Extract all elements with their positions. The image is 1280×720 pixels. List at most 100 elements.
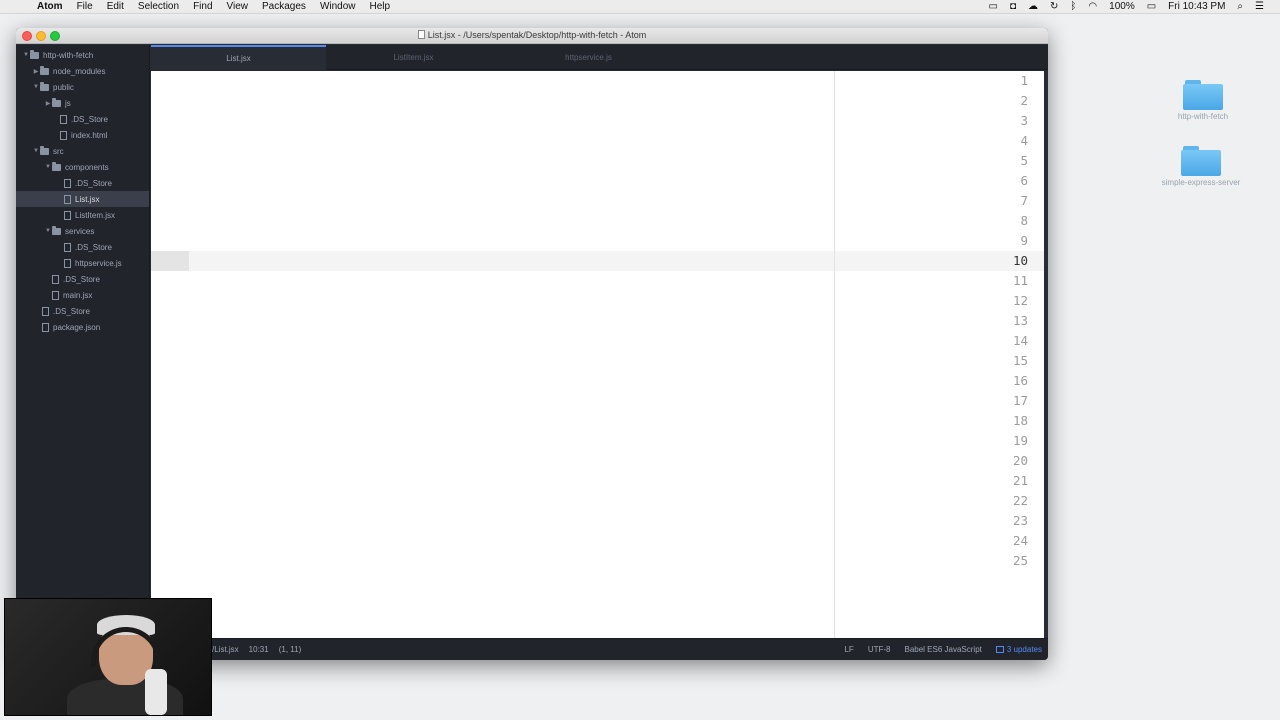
tab-list-jsx[interactable]: List.jsx	[151, 45, 326, 70]
cloud-icon[interactable]: ☁	[1022, 1, 1044, 12]
line-number: 22	[1012, 493, 1028, 508]
tree-item[interactable]: ▼ components	[16, 159, 149, 175]
status-right: LF UTF-8 Babel ES6 JavaScript 3 updates	[844, 645, 1042, 654]
file-icon	[52, 290, 59, 300]
tree-item[interactable]: ▼ services	[16, 223, 149, 239]
atom-window: List.jsx - /Users/spentak/Desktop/http-w…	[16, 28, 1048, 660]
menu-app-name[interactable]: Atom	[30, 0, 70, 14]
line-number: 23	[1012, 513, 1028, 528]
line-number: 14	[1012, 333, 1028, 348]
menu-find[interactable]: Find	[186, 0, 219, 14]
battery-icon[interactable]: ▭	[1141, 1, 1162, 12]
tree-item[interactable]: .DS_Store	[16, 175, 149, 191]
tab-httpservice-js[interactable]: httpservice.js	[501, 45, 676, 70]
search-icon[interactable]: ⌕	[1231, 1, 1249, 12]
tree-item[interactable]: main.jsx	[16, 287, 149, 303]
line-number: 25	[1012, 553, 1028, 568]
line-number: 4	[1020, 133, 1028, 148]
status-line-ending[interactable]: LF	[844, 645, 853, 654]
tree-root[interactable]: ▼ http-with-fetch	[16, 47, 149, 63]
tree-item-label: .DS_Store	[53, 306, 90, 316]
menu-selection[interactable]: Selection	[131, 0, 186, 14]
tree-item-selected[interactable]: List.jsx	[16, 191, 149, 207]
menu-view[interactable]: View	[220, 0, 256, 14]
line-number: 15	[1012, 353, 1028, 368]
tree-item[interactable]: ▼ public	[16, 79, 149, 95]
chevron-down-icon: ▼	[45, 164, 51, 170]
line-number: 6	[1020, 173, 1028, 188]
folder-icon	[40, 81, 49, 91]
package-updates-icon	[995, 646, 1004, 653]
folder-icon	[1181, 146, 1221, 176]
tree-item[interactable]: index.html	[16, 127, 149, 143]
bluetooth-icon[interactable]: ᛒ	[1064, 1, 1082, 12]
camera-icon[interactable]: ◘	[1004, 1, 1022, 12]
chevron-down-icon: ▼	[33, 148, 39, 154]
status-selection-count: (1, 11)	[278, 645, 302, 654]
menu-window[interactable]: Window	[313, 0, 363, 14]
menu-edit[interactable]: Edit	[100, 0, 131, 14]
tree-item[interactable]: ▼ src	[16, 143, 149, 159]
tree-item[interactable]: package.json	[16, 319, 149, 335]
window-title: List.jsx - /Users/spentak/Desktop/http-w…	[16, 30, 1048, 40]
wifi-icon[interactable]: ◠	[1082, 1, 1103, 12]
window-titlebar[interactable]: List.jsx - /Users/spentak/Desktop/http-w…	[16, 28, 1048, 44]
tree-item[interactable]: .DS_Store	[16, 111, 149, 127]
line-number: 1	[1020, 73, 1028, 88]
line-number: 16	[1012, 373, 1028, 388]
folder-icon	[52, 225, 61, 235]
tree-item-label: node_modules	[53, 66, 106, 76]
tab-bar: List.jsx ListItem.jsx httpservice.js	[151, 45, 1048, 70]
menu-list-icon[interactable]: ☰	[1249, 1, 1270, 12]
status-grammar[interactable]: Babel ES6 JavaScript	[904, 645, 981, 654]
tree-item[interactable]: .DS_Store	[16, 271, 149, 287]
tree-item-label: services	[65, 226, 95, 236]
folder-icon	[52, 161, 61, 171]
status-cursor-position[interactable]: 10:31	[249, 645, 269, 654]
tree-item[interactable]: httpservice.js	[16, 255, 149, 271]
chevron-down-icon: ▼	[45, 228, 51, 234]
menu-help[interactable]: Help	[363, 0, 398, 14]
status-file-path[interactable]: s/List.jsx	[208, 645, 239, 654]
tree-item-label: ListItem.jsx	[75, 210, 116, 220]
document-icon	[417, 30, 425, 39]
desktop-folder-simple-express-server[interactable]: simple-express-server	[1161, 146, 1241, 188]
tree-item[interactable]: ListItem.jsx	[16, 207, 149, 223]
sync-icon[interactable]: ↻	[1044, 1, 1064, 12]
tree-item-label: .DS_Store	[63, 274, 100, 284]
tab-listitem-jsx[interactable]: ListItem.jsx	[326, 45, 501, 70]
airplay-icon[interactable]: ▭	[983, 1, 1004, 12]
tree-item-label: .DS_Store	[75, 178, 112, 188]
tree-item[interactable]: ▶ node_modules	[16, 63, 149, 79]
folder-icon	[40, 65, 49, 75]
chevron-down-icon: ▼	[23, 52, 29, 58]
file-icon	[64, 258, 71, 268]
line-number: 21	[1012, 473, 1028, 488]
status-encoding[interactable]: UTF-8	[868, 645, 891, 654]
tree-item[interactable]: ▶ js	[16, 95, 149, 111]
line-number: 19	[1012, 433, 1028, 448]
microphone-icon	[145, 669, 167, 715]
file-icon	[60, 130, 67, 140]
line-number: 2	[1020, 93, 1028, 108]
line-number: 17	[1012, 393, 1028, 408]
line-number: 3	[1020, 113, 1028, 128]
tree-item[interactable]: .DS_Store	[16, 303, 149, 319]
webcam-overlay	[4, 598, 212, 716]
file-icon	[64, 194, 71, 204]
menu-packages[interactable]: Packages	[255, 0, 313, 14]
cursor-line-gutter-highlight	[151, 251, 189, 271]
code-editor[interactable]: 1 2 3 4 5 6 7 8 9 10 11 12 13 14 15 16 1…	[151, 71, 1044, 638]
tree-item-label: main.jsx	[63, 290, 93, 300]
clock[interactable]: Fri 10:43 PM	[1162, 1, 1231, 12]
tree-item[interactable]: .DS_Store	[16, 239, 149, 255]
menu-file[interactable]: File	[70, 0, 100, 14]
tree-item-label: package.json	[53, 322, 101, 332]
tree-item-label: components	[65, 162, 109, 172]
status-updates[interactable]: 3 updates	[995, 645, 1042, 654]
desktop-folder-http-with-fetch[interactable]: http-with-fetch	[1163, 80, 1243, 122]
line-number: 11	[1012, 273, 1028, 288]
line-number: 20	[1012, 453, 1028, 468]
line-number: 9	[1020, 233, 1028, 248]
tree-item-label: public	[53, 82, 74, 92]
